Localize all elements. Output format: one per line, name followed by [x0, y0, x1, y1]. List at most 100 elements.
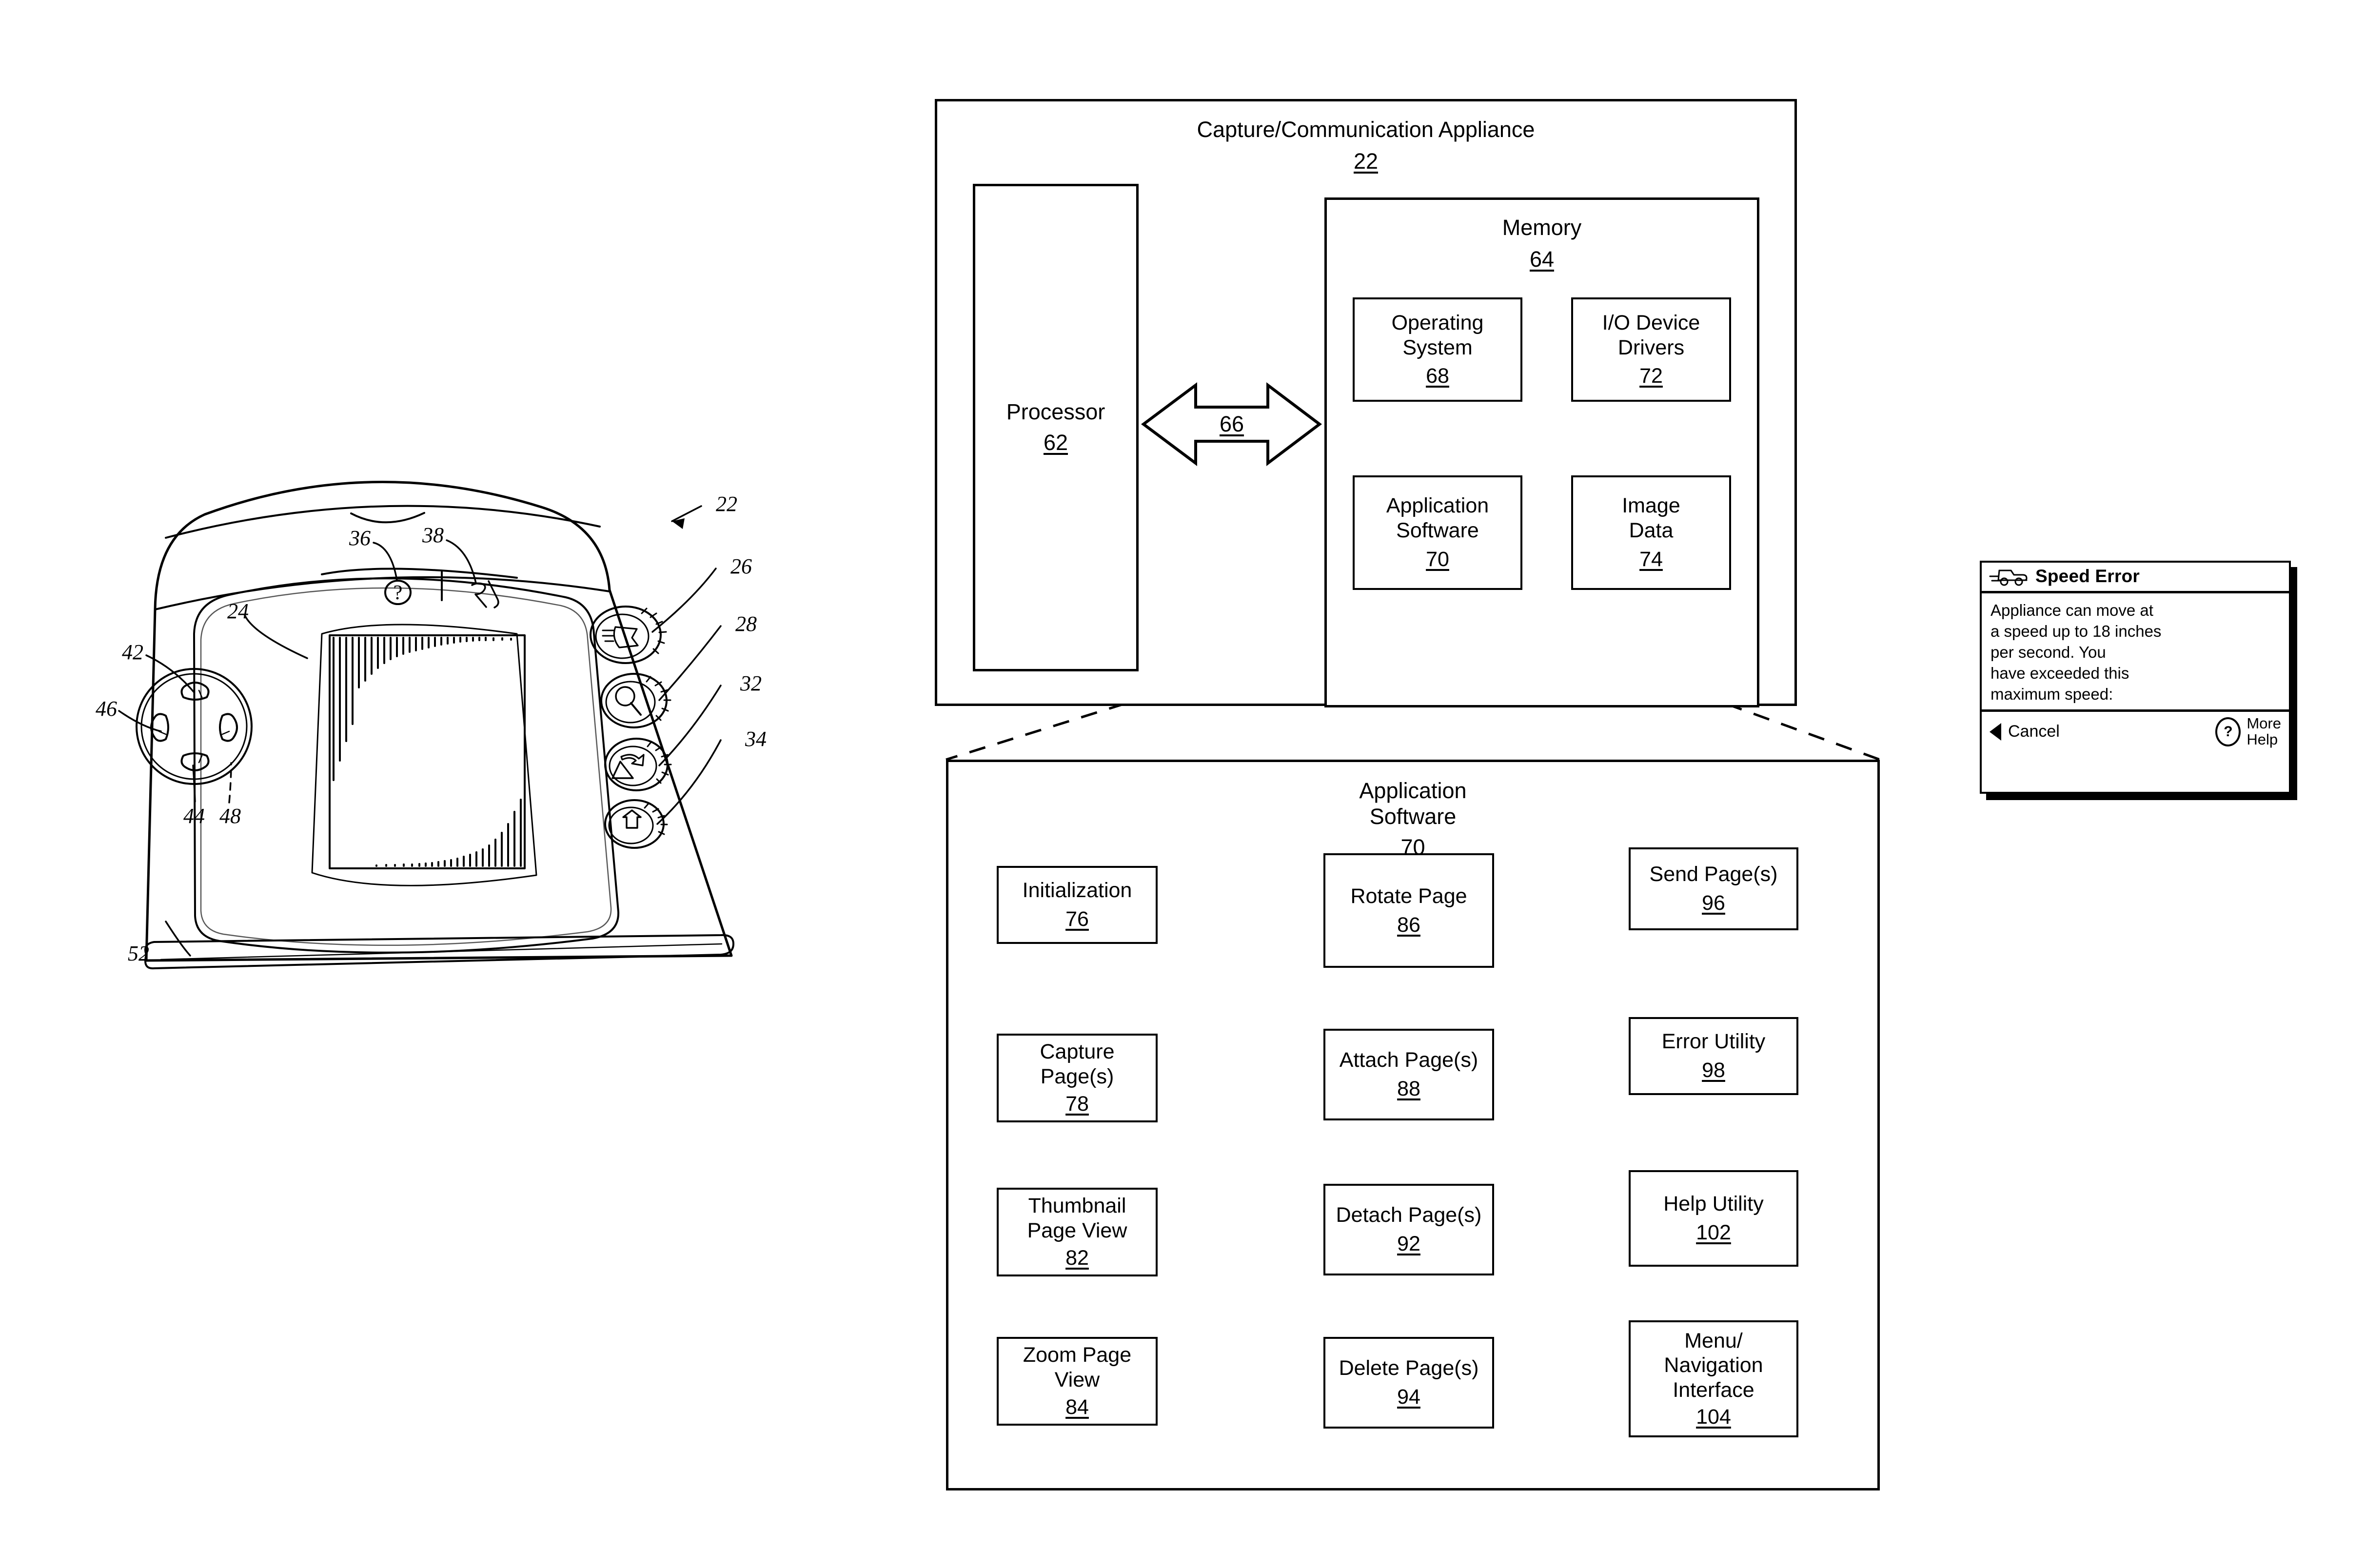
- patent-figure-sheet: ? 22 36 38 26 24 28 42 32 46 34 44 48 52…: [0, 0, 2365, 1568]
- module-rotate-page-label-group: Rotate Page 86: [1325, 855, 1492, 966]
- module-delete-pages-ref: 94: [1397, 1385, 1420, 1409]
- cancel-button[interactable]: Cancel: [1990, 722, 2060, 741]
- image-data-line1: Image: [1622, 494, 1680, 518]
- memory-label-group: Memory 64: [1327, 215, 1757, 272]
- operating-system-line2: System: [1402, 335, 1473, 359]
- module-attach-pages-line1: Attach Page(s): [1339, 1048, 1478, 1072]
- image-data-line2: Data: [1629, 519, 1674, 543]
- module-error-utility-line1: Error Utility: [1661, 1030, 1766, 1054]
- io-device-drivers-box: I/O Device Drivers 72: [1571, 297, 1731, 402]
- module-menu-navigation-interface-line1: Menu/: [1684, 1329, 1743, 1352]
- speed-error-footer: Cancel ? More Help: [1982, 709, 2289, 752]
- module-rotate-page-ref: 86: [1397, 913, 1420, 937]
- module-zoom-page-view-line1: Zoom Page: [1023, 1343, 1132, 1367]
- application-software-detail-line2: Software: [1369, 804, 1457, 829]
- speed-error-line-2: a speed up to 18 inches: [1991, 622, 2162, 640]
- more-help-button[interactable]: ? More Help: [2215, 716, 2281, 747]
- module-thumbnail-page-view-label-group: Thumbnail Page View 82: [999, 1190, 1156, 1274]
- speed-error-title-bar: Speed Error: [1982, 563, 2289, 593]
- module-rotate-page: Rotate Page 86: [1323, 853, 1494, 968]
- more-help-label: More Help: [2247, 716, 2281, 747]
- module-initialization: Initialization 76: [997, 866, 1158, 944]
- module-attach-pages: Attach Page(s) 88: [1323, 1029, 1494, 1120]
- bus-ref-group: 66: [1196, 412, 1268, 436]
- operating-system-label-group: Operating System 68: [1355, 299, 1520, 400]
- module-detach-pages: Detach Page(s) 92: [1323, 1184, 1494, 1275]
- module-initialization-ref: 76: [1065, 907, 1089, 931]
- operating-system-line1: Operating: [1391, 311, 1484, 334]
- module-capture-pages: Capture Page(s) 78: [997, 1034, 1158, 1122]
- module-attach-pages-ref: 88: [1397, 1077, 1420, 1100]
- module-help-utility-label-group: Help Utility 102: [1631, 1172, 1796, 1265]
- module-detach-pages-line1: Detach Page(s): [1336, 1203, 1482, 1227]
- module-help-utility: Help Utility 102: [1629, 1170, 1798, 1267]
- module-menu-navigation-interface: Menu/ Navigation Interface 104: [1629, 1320, 1798, 1437]
- module-send-pages-line1: Send Page(s): [1649, 862, 1778, 886]
- speed-error-line-3: per second. You: [1991, 643, 2106, 661]
- io-device-drivers-line2: Drivers: [1617, 335, 1685, 359]
- module-delete-pages-line1: Delete Page(s): [1339, 1356, 1479, 1380]
- module-send-pages-label-group: Send Page(s) 96: [1631, 849, 1796, 928]
- module-error-utility: Error Utility 98: [1629, 1017, 1798, 1095]
- speed-error-line-5: maximum speed:: [1991, 685, 2113, 703]
- module-help-utility-line1: Help Utility: [1663, 1192, 1764, 1216]
- speed-error-message: Appliance can move at a speed up to 18 i…: [1982, 593, 2289, 709]
- application-software-memory-label-group: Application Software 70: [1355, 477, 1520, 588]
- cancel-button-label: Cancel: [2008, 722, 2060, 741]
- io-device-drivers-label-group: I/O Device Drivers 72: [1573, 299, 1729, 400]
- module-error-utility-ref: 98: [1702, 1058, 1725, 1082]
- module-thumbnail-page-view-line2: Page View: [1027, 1218, 1127, 1242]
- operating-system-ref: 68: [1426, 364, 1449, 388]
- back-arrow-icon: [1990, 723, 2001, 741]
- application-software-memory-box: Application Software 70: [1353, 475, 1522, 590]
- moving-vehicle-icon: [1989, 569, 2028, 586]
- module-menu-navigation-interface-label-group: Menu/ Navigation Interface 104: [1631, 1322, 1796, 1435]
- module-thumbnail-page-view: Thumbnail Page View 82: [997, 1188, 1158, 1276]
- bus-ref: 66: [1219, 412, 1244, 436]
- module-send-pages: Send Page(s) 96: [1629, 847, 1798, 930]
- module-send-pages-ref: 96: [1702, 891, 1725, 915]
- speed-error-dialog[interactable]: Speed Error Appliance can move at a spee…: [1980, 561, 2291, 794]
- module-capture-pages-line2: Page(s): [1040, 1064, 1114, 1088]
- application-software-memory-ref: 70: [1426, 547, 1449, 571]
- module-menu-navigation-interface-line2: Navigation: [1664, 1353, 1763, 1377]
- io-device-drivers-line1: I/O Device: [1602, 311, 1700, 334]
- module-detach-pages-label-group: Detach Page(s) 92: [1325, 1186, 1492, 1274]
- module-attach-pages-label-group: Attach Page(s) 88: [1325, 1031, 1492, 1118]
- module-zoom-page-view: Zoom Page View 84: [997, 1337, 1158, 1426]
- module-zoom-page-view-line2: View: [1054, 1368, 1100, 1392]
- more-help-line1: More: [2247, 715, 2281, 732]
- io-device-drivers-ref: 72: [1639, 364, 1663, 388]
- module-help-utility-ref: 102: [1696, 1221, 1731, 1244]
- memory-label: Memory: [1502, 215, 1582, 240]
- module-detach-pages-ref: 92: [1397, 1232, 1420, 1255]
- memory-box: Memory 64: [1324, 197, 1759, 707]
- speed-error-title-text: Speed Error: [2035, 566, 2140, 586]
- module-initialization-line1: Initialization: [1022, 879, 1132, 902]
- image-data-box: Image Data 74: [1571, 475, 1731, 590]
- module-zoom-page-view-ref: 84: [1065, 1395, 1089, 1419]
- module-capture-pages-label-group: Capture Page(s) 78: [999, 1036, 1156, 1120]
- module-delete-pages: Delete Page(s) 94: [1323, 1337, 1494, 1429]
- memory-ref: 64: [1529, 247, 1555, 272]
- module-error-utility-label-group: Error Utility 98: [1631, 1019, 1796, 1093]
- application-software-memory-line1: Application: [1386, 494, 1489, 518]
- operating-system-box: Operating System 68: [1353, 297, 1522, 402]
- module-thumbnail-page-view-ref: 82: [1065, 1246, 1089, 1270]
- module-capture-pages-line1: Capture: [1040, 1039, 1115, 1063]
- module-thumbnail-page-view-line1: Thumbnail: [1028, 1194, 1126, 1217]
- speed-error-line-1: Appliance can move at: [1991, 601, 2153, 619]
- module-delete-pages-label-group: Delete Page(s) 94: [1325, 1339, 1492, 1427]
- application-software-detail-line1: Application: [1359, 778, 1467, 803]
- image-data-label-group: Image Data 74: [1573, 477, 1729, 588]
- module-rotate-page-line1: Rotate Page: [1350, 884, 1467, 908]
- speed-error-line-4: have exceeded this: [1991, 664, 2129, 682]
- module-menu-navigation-interface-line3: Interface: [1673, 1378, 1754, 1402]
- image-data-ref: 74: [1639, 547, 1663, 571]
- module-capture-pages-ref: 78: [1065, 1092, 1089, 1116]
- question-mark-icon: ?: [2215, 717, 2241, 746]
- application-software-memory-line2: Software: [1396, 519, 1479, 543]
- module-zoom-page-view-label-group: Zoom Page View 84: [999, 1339, 1156, 1424]
- more-help-line2: Help: [2247, 730, 2278, 748]
- module-menu-navigation-interface-ref: 104: [1696, 1405, 1731, 1429]
